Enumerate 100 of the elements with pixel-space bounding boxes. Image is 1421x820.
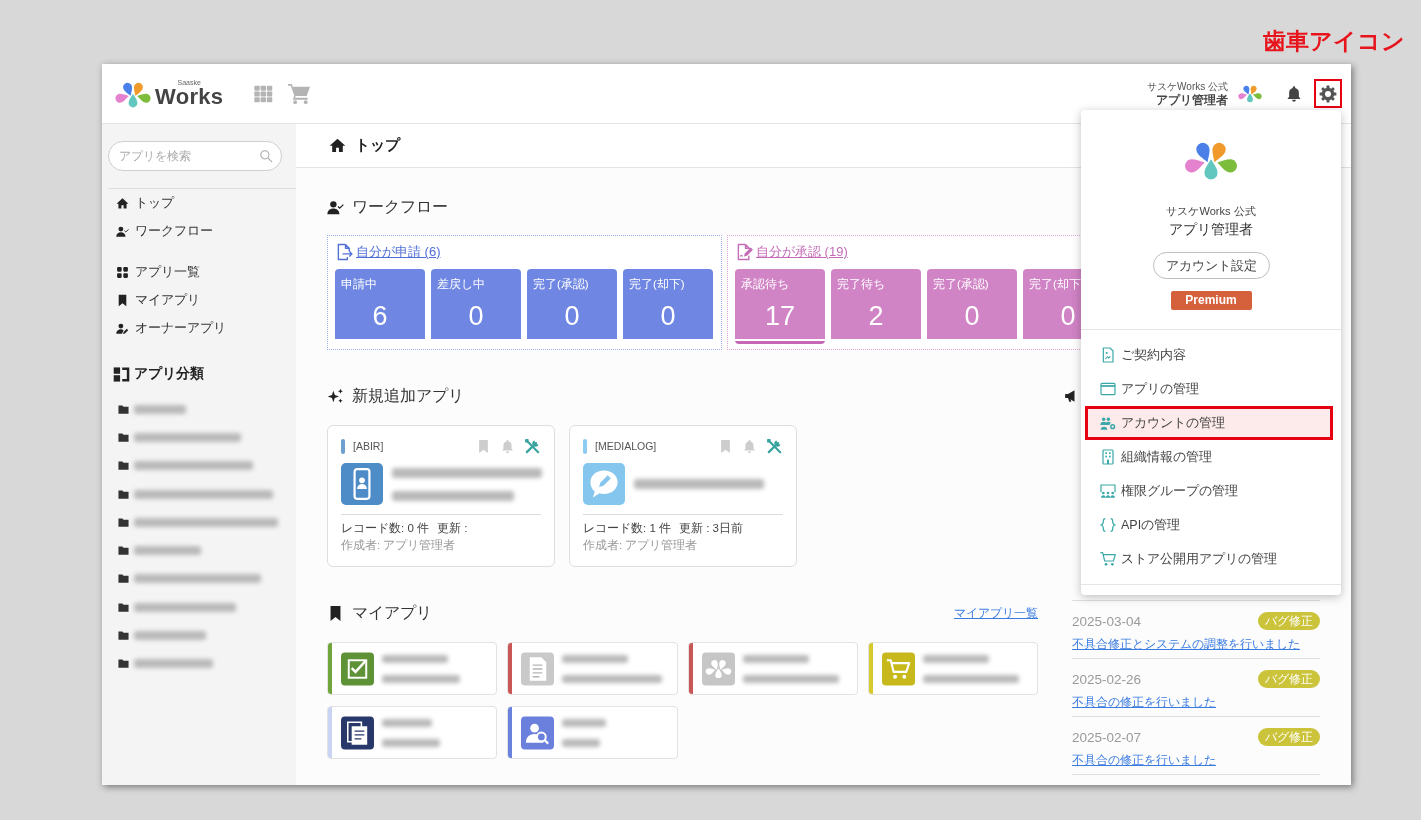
section-title: マイアプリ — [352, 602, 432, 623]
home-icon — [116, 196, 129, 210]
workflow-link[interactable]: 自分が申請 (6) — [335, 243, 441, 261]
page-title: トップ — [355, 136, 400, 155]
file-export-icon — [335, 243, 353, 261]
document-app-icon — [521, 651, 555, 686]
tools-icon[interactable] — [766, 437, 783, 455]
account-name: サスケWorks 公式 — [1147, 79, 1228, 93]
pages-app-icon — [341, 715, 374, 750]
tag-badge: バグ修正 — [1258, 612, 1320, 630]
news-date: 2025-03-04 — [1072, 613, 1142, 629]
folder-icon[interactable] — [118, 403, 129, 415]
cart-app-icon — [881, 651, 915, 686]
folder-icon[interactable] — [118, 573, 129, 585]
building-icon — [1100, 449, 1116, 465]
record-count: レコード数: 1 件 — [583, 521, 671, 536]
folder-icon[interactable] — [118, 516, 129, 528]
logo-icon[interactable] — [115, 82, 151, 108]
category-heading: アプリ分類 — [134, 365, 204, 383]
sparkle-icon — [327, 387, 344, 405]
bell-icon[interactable] — [1285, 84, 1303, 103]
account-role: アプリ管理者 — [1156, 92, 1228, 108]
logo-name: Works — [155, 86, 224, 108]
nav-item[interactable]: トップ — [102, 189, 296, 217]
blurred-text — [562, 654, 629, 663]
tag-badge: バグ修正 — [1258, 670, 1320, 688]
annotation-label: 歯車アイコン — [1263, 27, 1405, 55]
app-tile[interactable] — [507, 642, 678, 695]
folder-icon[interactable] — [118, 630, 129, 641]
grid-icon[interactable] — [253, 83, 275, 104]
settings-button[interactable] — [1314, 79, 1342, 108]
search-icon — [259, 149, 273, 163]
nav-item[interactable]: ワークフロー — [102, 217, 296, 245]
blurred-text — [562, 718, 607, 727]
news-date: 2025-02-07 — [1072, 729, 1142, 745]
app-tile[interactable] — [327, 642, 498, 695]
nav-item[interactable]: アプリ一覧 — [102, 258, 296, 286]
updated-time: 更新 : 3日前 — [679, 521, 743, 536]
menu-item[interactable]: アカウントの管理 — [1085, 406, 1333, 440]
phone-app-icon — [341, 463, 383, 505]
logo-icon — [1183, 142, 1239, 180]
user-search-app-icon — [521, 715, 555, 750]
petal-app-icon — [701, 651, 735, 686]
app-code: [ABIR] — [353, 440, 384, 452]
bookmark-icon — [116, 293, 129, 307]
plan-badge: Premium — [1170, 291, 1252, 310]
app-card[interactable]: [MEDIALOG] レコード数: 1 件 更新 : 3日前 作成者: アプリ管理者 — [569, 425, 797, 567]
nav-item[interactable]: マイアプリ — [102, 286, 296, 314]
blurred-text — [382, 718, 432, 727]
chat-pencil-app-icon — [583, 463, 625, 505]
nav-item[interactable]: オーナーアプリ — [102, 314, 296, 342]
app-code: [MEDIALOG] — [595, 440, 657, 452]
folder-icon[interactable] — [118, 488, 129, 500]
news-date: 2025-02-26 — [1072, 671, 1142, 687]
home-icon — [329, 137, 346, 154]
app-tile[interactable] — [507, 706, 678, 759]
group-icon — [1100, 483, 1116, 499]
search-field[interactable]: アプリを検索 — [108, 141, 282, 171]
creator-name: 作成者: アプリ管理者 — [583, 538, 699, 553]
updated-time: 更新 : — [437, 521, 468, 536]
folders-icon — [113, 365, 130, 383]
checkbox-app-icon — [341, 651, 374, 686]
document-icon — [1100, 347, 1116, 363]
blurred-text — [382, 654, 448, 663]
blurred-text — [742, 654, 809, 663]
news-link[interactable]: 不具合の修正を行いました — [1072, 752, 1216, 768]
app-card[interactable]: [ABIR] レコード数: 0 件 更新 : 作成者: アプリ管理者 — [327, 425, 555, 567]
folder-icon[interactable] — [118, 658, 129, 670]
news-link[interactable]: 不具合修正とシステムの調整を行いました — [1072, 636, 1300, 652]
settings-icon — [1319, 84, 1337, 103]
creator-name: 作成者: アプリ管理者 — [341, 538, 457, 553]
app-tile[interactable] — [327, 706, 498, 759]
blurred-text — [562, 738, 601, 747]
braces-icon — [1100, 517, 1116, 533]
file-pen-icon — [735, 243, 753, 261]
blurred-text — [922, 654, 989, 663]
tools-icon[interactable] — [524, 437, 541, 455]
folder-icon[interactable] — [118, 545, 129, 557]
cart-icon — [1100, 551, 1116, 567]
my-apps-link[interactable]: マイアプリ一覧 — [954, 604, 1038, 622]
cart-icon[interactable] — [287, 82, 312, 105]
blurred-text — [382, 738, 440, 747]
users-gear-icon — [1100, 415, 1116, 431]
user-check-icon — [327, 198, 344, 216]
account-settings-button[interactable]: アカウント設定 — [1152, 252, 1270, 279]
user-check-icon — [116, 224, 129, 238]
section-title: ワークフロー — [352, 196, 448, 217]
app-tile[interactable] — [687, 642, 858, 695]
folder-icon[interactable] — [118, 601, 129, 613]
folder-icon[interactable] — [118, 460, 129, 472]
app-tile[interactable] — [867, 642, 1038, 695]
logo-icon[interactable] — [1238, 84, 1262, 103]
account-role: アプリ管理者 — [1169, 221, 1253, 239]
section-title: 新規追加アプリ — [352, 385, 464, 406]
grid-dots-icon — [116, 265, 129, 279]
megaphone-icon — [1064, 389, 1078, 403]
news-link[interactable]: 不具合の修正を行いました — [1072, 694, 1216, 710]
folder-icon[interactable] — [118, 431, 129, 443]
workflow-link[interactable]: 自分が承認 (19) — [735, 243, 848, 261]
user-edit-icon — [116, 321, 129, 335]
